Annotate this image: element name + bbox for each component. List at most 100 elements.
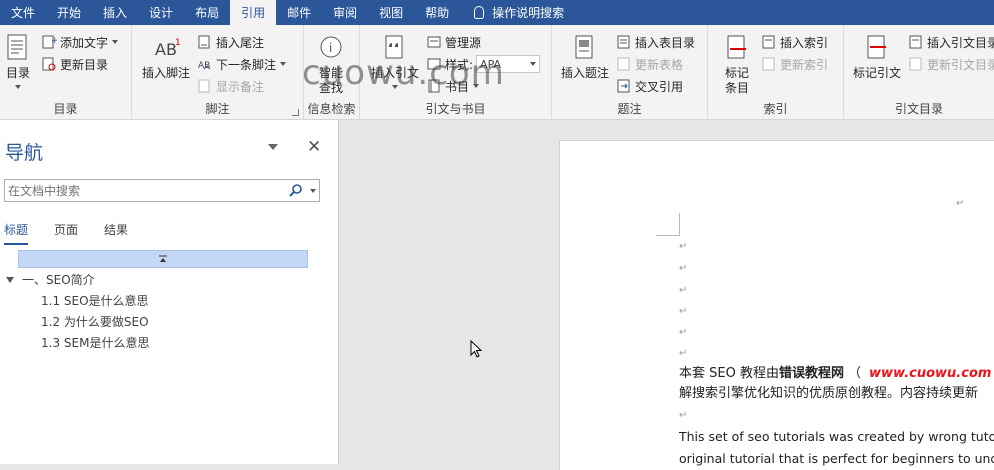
tab-references[interactable]: 引用 — [230, 0, 277, 25]
collapse-all-bar[interactable] — [18, 250, 308, 268]
add-text-label: 添加文字 — [60, 35, 109, 50]
group-label-captions: 题注 — [617, 102, 642, 116]
show-notes-button[interactable]: 显示备注 — [198, 77, 264, 95]
update-table-button[interactable]: 更新表格 — [617, 55, 683, 73]
insert-toa-icon — [909, 35, 924, 49]
insert-table-of-figures-button[interactable]: 插入表目录 — [617, 33, 695, 51]
tab-insert[interactable]: 插入 — [92, 0, 138, 25]
insert-index-button[interactable]: 插入索引 — [762, 33, 828, 51]
mark-entry-icon — [724, 33, 750, 63]
update-toa-button[interactable]: 更新引文目录 — [909, 55, 994, 73]
update-index-button[interactable]: 更新索引 — [762, 55, 828, 73]
tab-design[interactable]: 设计 — [138, 0, 184, 25]
document-area: ↵ ↵ ↵ ↵ ↵ ↵ ↵ 本套 SEO 教程由错误教程网（ www.cuowu.… — [340, 120, 994, 470]
show-notes-label: 显示备注 — [216, 79, 265, 94]
next-footnote-icon: AB — [198, 57, 213, 71]
group-label-footnotes: 脚注 — [205, 102, 230, 116]
insert-endnote-button[interactable]: 插入尾注 — [198, 33, 264, 51]
chevron-down-icon — [15, 85, 21, 89]
update-toa-icon — [909, 57, 924, 71]
update-table-label: 更新表格 — [635, 57, 684, 72]
mark-entry-label-2: 条目 — [724, 81, 749, 95]
toc-button[interactable]: 目录 — [5, 33, 31, 89]
heading-node-level2[interactable]: 1.1 SEO是什么意思 — [0, 290, 339, 311]
body-paragraph-cn-line2: 解搜索引擎优化知识的优质原创教程。内容持续更新 — [679, 386, 979, 401]
mark-citation-button[interactable]: 标记引文 — [853, 33, 901, 81]
tab-layout[interactable]: 布局 — [184, 0, 230, 25]
group-label-toa: 引文目录 — [894, 102, 943, 116]
tab-file[interactable]: 文件 — [0, 0, 46, 25]
add-text-button[interactable]: + 添加文字 — [42, 33, 119, 51]
tab-view[interactable]: 视图 — [368, 0, 414, 25]
mark-citation-label: 标记引文 — [853, 66, 902, 80]
group-label-toc: 目录 — [53, 102, 78, 116]
nav-tab-headings[interactable]: 标题 — [4, 221, 29, 245]
endnote-icon — [198, 35, 213, 49]
insert-index-label: 插入索引 — [780, 35, 829, 50]
insert-caption-label: 插入题注 — [561, 66, 610, 80]
ribbon: 目录 + 添加文字 更新目录 目录 AB 1 插入脚注 插入尾注 AB 下一条脚注 — [0, 25, 994, 120]
paragraph-mark: ↵ — [679, 348, 688, 359]
chevron-down-icon[interactable] — [310, 189, 316, 193]
group-label-index: 索引 — [763, 102, 788, 116]
cross-reference-button[interactable]: 交叉引用 — [617, 77, 683, 95]
group-index: 标记 条目 插入索引 更新索引 索引 — [708, 25, 844, 120]
group-label-citations: 引文与书目 — [425, 102, 486, 116]
update-table-icon — [617, 57, 632, 71]
tab-review[interactable]: 审阅 — [322, 0, 368, 25]
mark-entry-button[interactable]: 标记 条目 — [724, 33, 750, 96]
update-toc-button[interactable]: 更新目录 — [42, 55, 108, 73]
heading-node-level1[interactable]: 一、SEO简介 — [0, 269, 339, 290]
paragraph-mark: ↵ — [679, 306, 688, 317]
table-of-figures-icon — [617, 35, 632, 49]
pane-options-button[interactable] — [268, 144, 278, 150]
manage-sources-button[interactable]: 管理源 — [427, 33, 481, 51]
tell-me-label: 操作说明搜索 — [492, 6, 565, 20]
text-run: 本套 SEO 教程由 — [679, 366, 779, 381]
svg-text:+: + — [51, 36, 57, 46]
hyperlink[interactable]: www.cuowu.com — [869, 366, 991, 381]
body-paragraph-en-line1: This set of seo tutorials was created by… — [679, 429, 994, 444]
group-footnotes: AB 1 插入脚注 插入尾注 AB 下一条脚注 显示备注 脚注 — [132, 25, 304, 120]
nav-search-input[interactable] — [5, 180, 275, 201]
document-page[interactable]: ↵ ↵ ↵ ↵ ↵ ↵ ↵ 本套 SEO 教程由错误教程网（ www.cuowu.… — [559, 140, 994, 470]
toc-label: 目录 — [5, 66, 30, 80]
heading-node-level2[interactable]: 1.2 为什么要做SEO — [0, 311, 339, 332]
svg-text:1: 1 — [175, 38, 181, 48]
insert-footnote-button[interactable]: AB 1 插入脚注 — [142, 33, 190, 81]
margin-corner-mark — [656, 213, 680, 236]
heading-label: 1.2 为什么要做SEO — [41, 315, 149, 329]
tell-me-search[interactable]: 操作说明搜索 — [460, 0, 575, 25]
tab-help[interactable]: 帮助 — [414, 0, 460, 25]
svg-text:AB: AB — [155, 40, 177, 59]
mark-entry-label-1: 标记 — [724, 66, 749, 80]
next-footnote-button[interactable]: AB 下一条脚注 — [198, 55, 287, 73]
insert-caption-button[interactable]: 插入题注 — [561, 33, 609, 81]
toc-icon — [5, 33, 31, 63]
search-icon[interactable] — [289, 183, 303, 200]
tab-mailings[interactable]: 邮件 — [276, 0, 322, 25]
insert-caption-icon — [572, 33, 598, 63]
chevron-down-icon — [530, 62, 537, 66]
navigation-pane: 导航 ✕ 标题 页面 结果 一、SEO简介 1.1 SEO是什么意思 1.2 为… — [0, 120, 339, 464]
nav-tab-pages[interactable]: 页面 — [54, 221, 78, 245]
heading-label: 1.1 SEO是什么意思 — [41, 294, 149, 308]
paragraph-mark: ↵ — [956, 198, 965, 209]
insert-toa-button[interactable]: 插入引文目录 — [909, 33, 994, 51]
nav-pane-title: 导航 — [5, 142, 44, 164]
group-captions: 插入题注 插入表目录 更新表格 交叉引用 题注 — [552, 25, 708, 120]
heading-node-level2[interactable]: 1.3 SEM是什么意思 — [0, 332, 339, 353]
ribbon-tab-bar: 文件 开始 插入 设计 布局 引用 邮件 审阅 视图 帮助 操作说明搜索 — [0, 0, 994, 25]
watermark-logo: cuowu.com — [302, 53, 505, 93]
nav-tab-results[interactable]: 结果 — [104, 221, 128, 245]
insert-table-of-figures-label: 插入表目录 — [635, 35, 696, 50]
update-toc-icon — [42, 57, 57, 71]
paragraph-mark: ↵ — [679, 285, 688, 296]
close-icon[interactable]: ✕ — [307, 137, 321, 157]
dialog-launcher-icon[interactable] — [292, 109, 299, 116]
collapse-triangle-icon[interactable] — [6, 276, 14, 283]
tab-home[interactable]: 开始 — [46, 0, 92, 25]
bold-text-run: 错误教程网 — [778, 366, 844, 381]
cross-reference-label: 交叉引用 — [635, 79, 684, 94]
paragraph-mark: ↵ — [679, 410, 688, 421]
